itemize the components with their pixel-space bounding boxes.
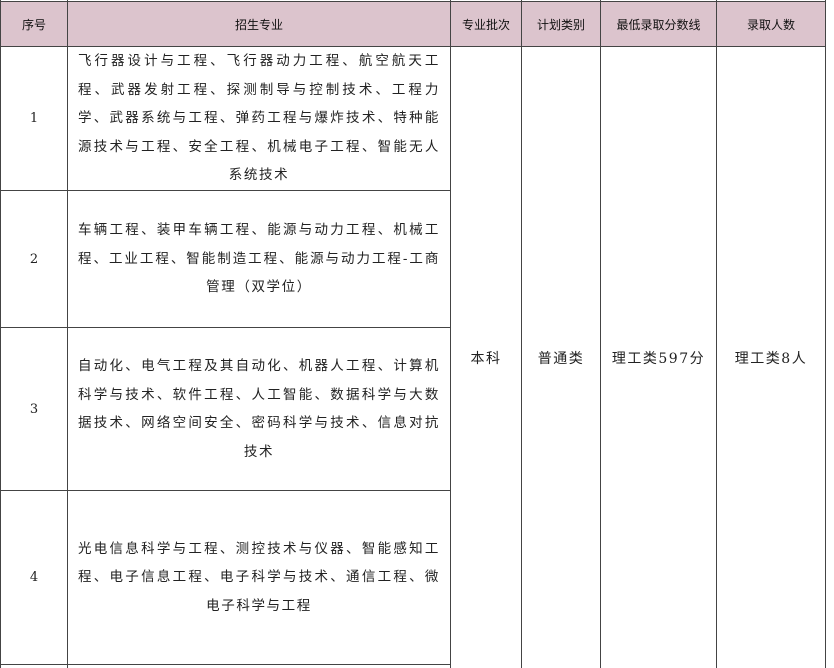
row-4-majors: 光电信息科学与工程、测控技术与仪器、智能感知工程、电子信息工程、电子科学与技术、… [68,491,450,664]
merged-batch: 本科 [470,350,502,367]
border-row-4 [0,664,451,665]
header-batch: 专业批次 [451,2,521,46]
header-min-score: 最低录取分数线 [601,2,716,46]
header-index: 序号 [1,2,67,46]
row-3-index: 3 [29,401,39,417]
admission-table: 序号 招生专业 专业批次 计划类别 最低录取分数线 录取人数 1 飞行器设计与工… [0,0,834,668]
row-4-majors-text: 光电信息科学与工程、测控技术与仪器、智能感知工程、电子信息工程、电子科学与技术、… [78,540,440,614]
row-1-majors: 飞行器设计与工程、飞行器动力工程、航空航天工程、武器发射工程、探测制导与控制技术… [68,47,450,190]
header-admitted: 录取人数 [717,2,825,46]
border-right [825,0,826,668]
merged-admitted: 理工类8人 [734,350,808,367]
row-4-index: 4 [29,570,39,585]
header-major: 招生专业 [68,2,450,46]
merged-min-score: 理工类597分 [611,350,706,367]
header-plan-type: 计划类别 [522,2,600,46]
row-3-majors-text: 自动化、电气工程及其自动化、机器人工程、计算机科学与技术、软件工程、人工智能、数… [78,358,440,460]
row-2-index: 2 [29,251,39,267]
row-1-majors-text: 飞行器设计与工程、飞行器动力工程、航空航天工程、武器发射工程、探测制导与控制技术… [78,53,440,184]
row-2-majors-text: 车辆工程、装甲车辆工程、能源与动力工程、机械工程、工业工程、智能制造工程、能源与… [78,222,440,296]
row-2-majors: 车辆工程、装甲车辆工程、能源与动力工程、机械工程、工业工程、智能制造工程、能源与… [68,191,450,327]
row-3-majors: 自动化、电气工程及其自动化、机器人工程、计算机科学与技术、软件工程、人工智能、数… [68,328,450,490]
border-top [0,1,826,2]
row-1-index: 1 [29,111,39,126]
merged-plan-type: 普通类 [537,350,585,367]
